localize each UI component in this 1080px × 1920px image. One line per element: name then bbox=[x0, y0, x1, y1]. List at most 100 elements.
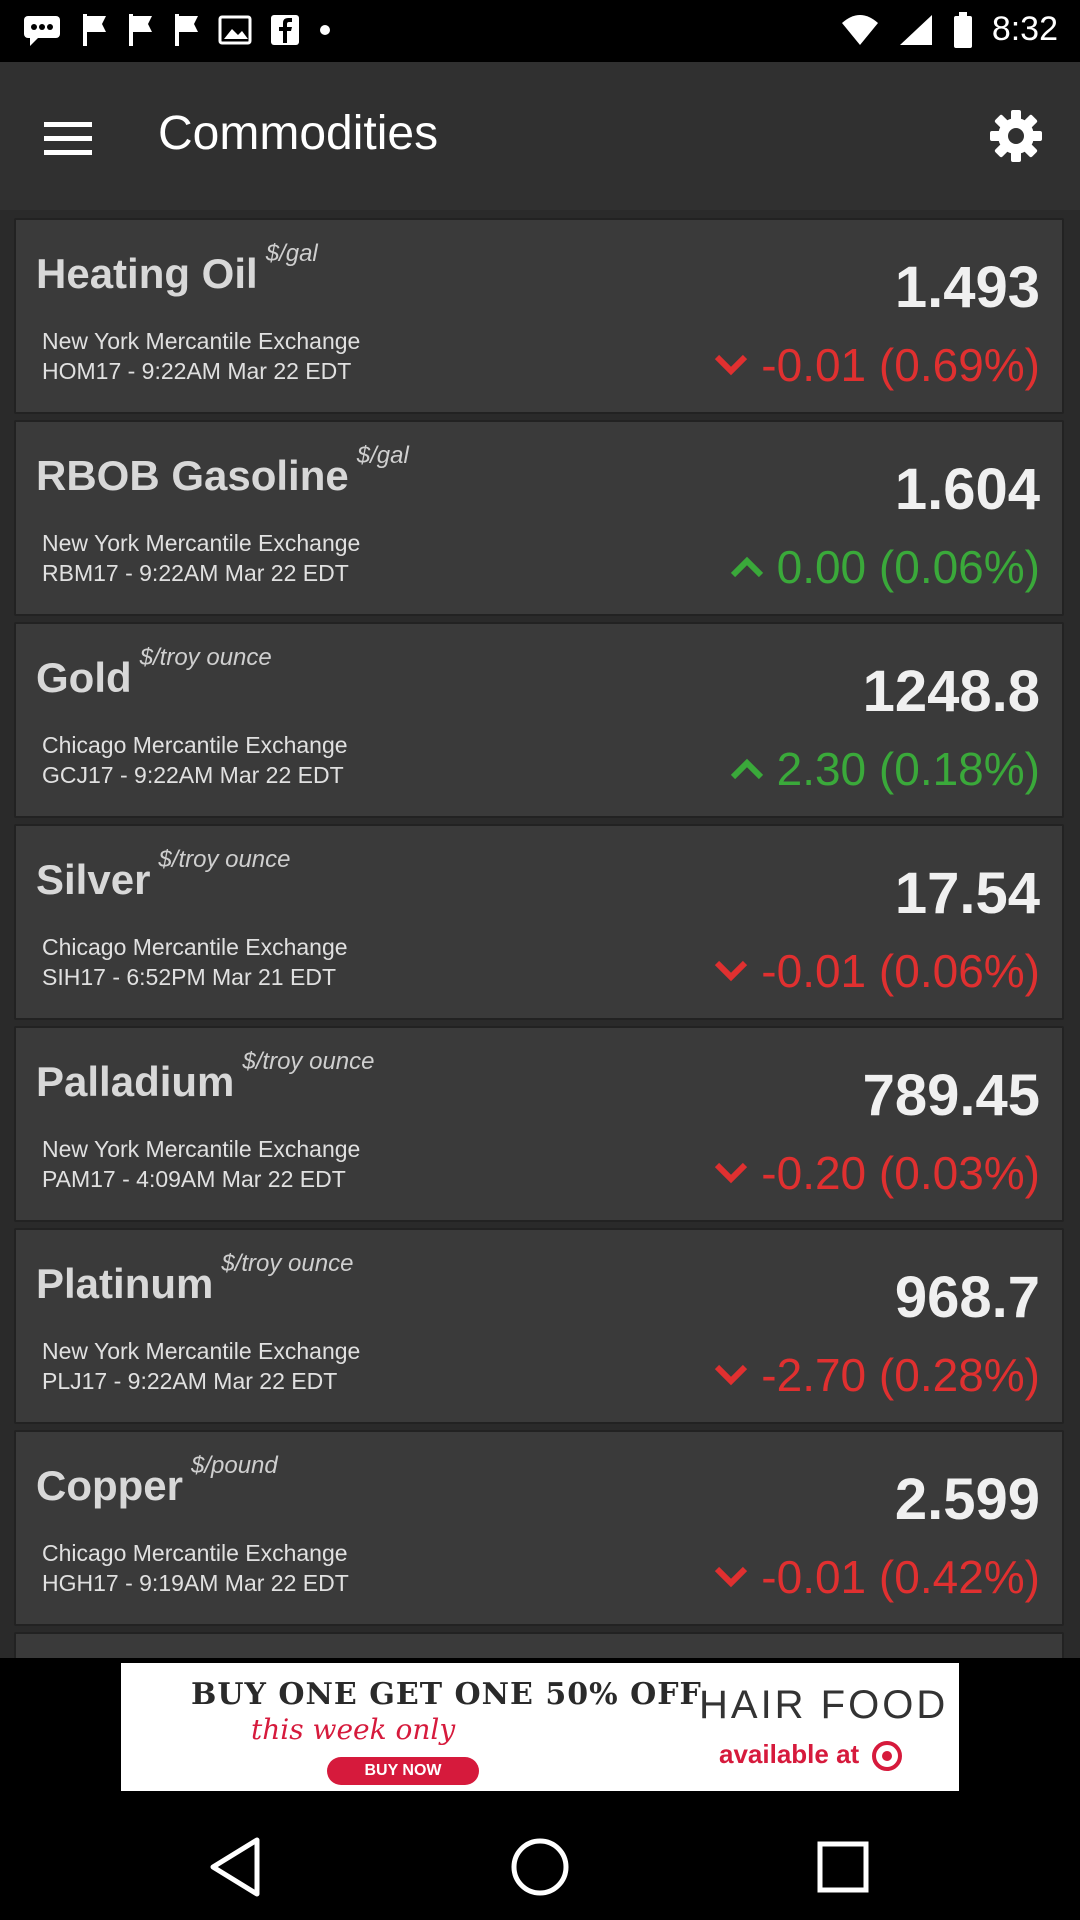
ad-subline: this week only bbox=[251, 1713, 456, 1746]
commodity-name-text: Copper bbox=[36, 1462, 183, 1509]
commodity-exchange: New York Mercantile Exchange bbox=[42, 1136, 361, 1162]
flag-icon-3 bbox=[172, 12, 200, 48]
commodity-list[interactable]: Heating Oil $/gal New York Mercantile Exc… bbox=[0, 210, 1080, 1658]
commodity-change-text: -0.01 (0.42%) bbox=[761, 1551, 1040, 1603]
commodity-unit: $/troy ounce bbox=[139, 644, 272, 671]
commodity-unit: $/gal bbox=[356, 442, 409, 469]
commodity-card-rbob-gasoline[interactable]: RBOB Gasoline $/gal New York Mercantile E… bbox=[14, 420, 1064, 616]
ad-headline: BUY ONE GET ONE 50% OFF bbox=[191, 1677, 702, 1712]
commodity-change: -0.01 (0.69%) bbox=[713, 338, 1040, 392]
commodity-change: -0.01 (0.42%) bbox=[713, 1550, 1040, 1604]
app-bar: Commodities bbox=[0, 62, 1080, 210]
commodity-meta: HGH17 - 9:19AM Mar 22 EDT bbox=[42, 1570, 349, 1596]
chevron-down-icon bbox=[715, 354, 748, 376]
commodity-name: Copper $/pound bbox=[36, 1452, 278, 1510]
commodity-unit: $/troy ounce bbox=[242, 1048, 375, 1075]
commodity-card-partial[interactable] bbox=[14, 1632, 1064, 1658]
ad-banner-area: BUY ONE GET ONE 50% OFF this week only B… bbox=[0, 1658, 1080, 1810]
commodity-card-copper[interactable]: Copper $/pound Chicago Mercantile Exchang… bbox=[14, 1430, 1064, 1626]
commodity-price: 968.7 bbox=[894, 1265, 1040, 1330]
image-icon bbox=[218, 13, 252, 47]
commodity-meta: RBM17 - 9:22AM Mar 22 EDT bbox=[42, 560, 349, 586]
commodity-meta: GCJ17 - 9:22AM Mar 22 EDT bbox=[42, 762, 344, 788]
navigation-bar bbox=[0, 1810, 1080, 1920]
commodity-name-text: Platinum bbox=[36, 1260, 214, 1307]
commodity-change: -0.01 (0.06%) bbox=[713, 944, 1040, 998]
commodity-card-platinum[interactable]: Platinum $/troy ounce New York Mercantile… bbox=[14, 1228, 1064, 1424]
commodity-card-gold[interactable]: Gold $/troy ounce Chicago Mercantile Exch… bbox=[14, 622, 1064, 818]
chevron-up-icon bbox=[730, 556, 763, 578]
clock: 8:32 bbox=[991, 10, 1058, 48]
recents-icon bbox=[817, 1841, 869, 1893]
commodity-unit: $/pound bbox=[191, 1452, 278, 1479]
commodity-name: Platinum $/troy ounce bbox=[36, 1250, 353, 1308]
commodity-name-text: Heating Oil bbox=[36, 250, 258, 297]
commodity-exchange: Chicago Mercantile Exchange bbox=[42, 732, 348, 758]
chevron-down-icon bbox=[715, 1364, 748, 1386]
more-dot-icon bbox=[318, 23, 332, 37]
chevron-up-icon bbox=[730, 758, 763, 780]
commodity-name-text: RBOB Gasoline bbox=[36, 452, 349, 499]
commodity-name: Silver $/troy ounce bbox=[36, 846, 291, 904]
menu-button[interactable] bbox=[40, 110, 96, 166]
commodity-change-text: 0.00 (0.06%) bbox=[776, 541, 1040, 593]
commodity-price: 17.54 bbox=[894, 861, 1040, 926]
commodity-card-palladium[interactable]: Palladium $/troy ounce New York Mercantil… bbox=[14, 1026, 1064, 1222]
status-bar: 8:32 bbox=[0, 0, 1080, 62]
commodity-meta: SIH17 - 6:52PM Mar 21 EDT bbox=[42, 964, 336, 990]
commodity-change-text: -0.01 (0.69%) bbox=[761, 339, 1040, 391]
chevron-down-icon bbox=[715, 960, 748, 982]
commodity-unit: $/troy ounce bbox=[158, 846, 291, 873]
commodity-change-text: -2.70 (0.28%) bbox=[761, 1349, 1040, 1401]
commodity-name-text: Palladium bbox=[36, 1058, 235, 1105]
commodity-exchange: Chicago Mercantile Exchange bbox=[42, 1540, 348, 1566]
commodity-name: Heating Oil $/gal bbox=[36, 240, 318, 298]
ad-availability: available at bbox=[719, 1739, 903, 1772]
commodity-name: Palladium $/troy ounce bbox=[36, 1048, 375, 1106]
commodity-card-heating-oil[interactable]: Heating Oil $/gal New York Mercantile Exc… bbox=[14, 218, 1064, 414]
recents-button[interactable] bbox=[808, 1832, 878, 1902]
ad-banner[interactable]: BUY ONE GET ONE 50% OFF this week only B… bbox=[121, 1663, 959, 1791]
commodity-unit: $/gal bbox=[265, 240, 318, 267]
page-title: Commodities bbox=[158, 107, 439, 160]
flag-icon bbox=[80, 12, 108, 48]
commodity-meta: PAM17 - 4:09AM Mar 22 EDT bbox=[42, 1166, 346, 1192]
menu-icon bbox=[44, 122, 92, 155]
commodity-card-silver[interactable]: Silver $/troy ounce Chicago Mercantile Ex… bbox=[14, 824, 1064, 1020]
back-button[interactable] bbox=[200, 1832, 270, 1902]
commodity-name: Gold $/troy ounce bbox=[36, 644, 272, 702]
chevron-down-icon bbox=[715, 1162, 748, 1184]
target-logo-icon bbox=[872, 1741, 903, 1772]
commodity-change-text: -0.20 (0.03%) bbox=[761, 1147, 1040, 1199]
commodity-change: 0.00 (0.06%) bbox=[729, 540, 1040, 594]
commodity-change: -0.20 (0.03%) bbox=[713, 1146, 1040, 1200]
gear-icon bbox=[990, 110, 1042, 162]
back-icon bbox=[210, 1837, 260, 1897]
commodity-meta: HOM17 - 9:22AM Mar 22 EDT bbox=[42, 358, 352, 384]
commodity-change: -2.70 (0.28%) bbox=[713, 1348, 1040, 1402]
flag-icon-2 bbox=[126, 12, 154, 48]
messages-icon bbox=[22, 12, 62, 48]
home-button[interactable] bbox=[505, 1832, 575, 1902]
commodity-exchange: New York Mercantile Exchange bbox=[42, 328, 361, 354]
commodity-price: 1248.8 bbox=[862, 659, 1040, 724]
settings-button[interactable] bbox=[986, 106, 1046, 166]
ad-buy-now-button[interactable]: BUY NOW bbox=[327, 1757, 479, 1785]
commodity-unit: $/troy ounce bbox=[221, 1250, 354, 1277]
commodity-change: 2.30 (0.18%) bbox=[729, 742, 1040, 796]
wifi-icon bbox=[840, 13, 880, 47]
commodity-change-text: -0.01 (0.06%) bbox=[761, 945, 1040, 997]
commodity-name: RBOB Gasoline $/gal bbox=[36, 442, 409, 500]
commodity-price: 1.493 bbox=[894, 255, 1040, 320]
commodity-price: 789.45 bbox=[862, 1063, 1040, 1128]
commodity-price: 1.604 bbox=[894, 457, 1040, 522]
signal-icon bbox=[898, 13, 934, 47]
facebook-icon bbox=[270, 13, 300, 47]
battery-icon bbox=[952, 11, 974, 49]
commodity-name-text: Silver bbox=[36, 856, 151, 903]
chevron-down-icon bbox=[715, 1566, 748, 1588]
commodity-change-text: 2.30 (0.18%) bbox=[776, 743, 1040, 795]
ad-brand: HAIR FOOD bbox=[699, 1683, 949, 1727]
commodity-meta: PLJ17 - 9:22AM Mar 22 EDT bbox=[42, 1368, 338, 1394]
commodity-exchange: New York Mercantile Exchange bbox=[42, 1338, 361, 1364]
